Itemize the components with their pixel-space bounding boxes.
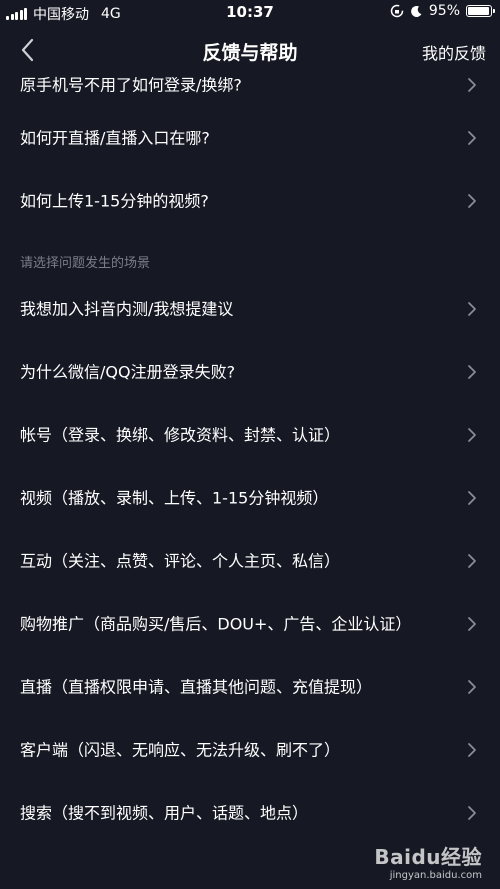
list-item[interactable]: 视频（播放、录制、上传、1-15分钟视频） <box>0 466 500 529</box>
my-feedback-button[interactable]: 我的反馈 <box>422 40 486 64</box>
list-item[interactable]: 如何开直播/直播入口在哪? <box>0 106 500 169</box>
chevron-right-icon <box>468 490 476 505</box>
chevron-right-icon <box>468 616 476 631</box>
status-bar: 中国移动 4G 10:37 95% <box>0 0 500 26</box>
chevron-right-icon <box>468 301 476 316</box>
chevron-right-icon <box>468 805 476 820</box>
list-item[interactable]: 客户端（闪退、无响应、无法升级、刷不了） <box>0 718 500 781</box>
list-item-label: 为什么微信/QQ注册登录失败? <box>20 362 236 381</box>
watermark-url: jingyan.baidu.com <box>389 870 482 881</box>
list-item[interactable]: 原手机号不用了如何登录/换绑? <box>0 64 500 106</box>
list-item[interactable]: 互动（关注、点赞、评论、个人主页、私信） <box>0 529 500 592</box>
battery-percent: 95% <box>428 3 460 19</box>
list-item[interactable]: 如何上传1-15分钟的视频? <box>0 169 500 232</box>
scene-list: 我想加入抖音内测/我想提建议 为什么微信/QQ注册登录失败? 帐号（登录、换绑、修改… <box>0 277 500 844</box>
status-right: 95% <box>390 3 495 19</box>
section-title: 请选择问题发生的场景 <box>20 256 151 271</box>
list-item-label: 直播（直播权限申请、直播其他问题、充值提现） <box>20 677 373 696</box>
battery-fill <box>468 7 489 15</box>
faq-list: 原手机号不用了如何登录/换绑? 如何开直播/直播入口在哪? 如何上传1-15分钟的视… <box>0 64 500 232</box>
moon-icon <box>410 5 422 17</box>
chevron-right-icon <box>468 553 476 568</box>
list-item-label: 视频（播放、录制、上传、1-15分钟视频） <box>20 488 329 507</box>
list-item-label: 如何开直播/直播入口在哪? <box>20 128 210 147</box>
list-item[interactable]: 购物推广（商品购买/售后、DOU+、广告、企业认证） <box>0 592 500 655</box>
list-item-label: 原手机号不用了如何登录/换绑? <box>20 75 242 95</box>
watermark: Baidu经验 jingyan.baidu.com <box>374 841 482 881</box>
battery-icon <box>466 5 495 17</box>
list-item[interactable]: 我想加入抖音内测/我想提建议 <box>0 277 500 340</box>
list-item-label: 如何上传1-15分钟的视频? <box>20 191 209 210</box>
help-list: 原手机号不用了如何登录/换绑? 如何开直播/直播入口在哪? 如何上传1-15分钟的视… <box>0 64 500 844</box>
list-item[interactable]: 帐号（登录、换绑、修改资料、封禁、认证） <box>0 403 500 466</box>
list-item-label: 客户端（闪退、无响应、无法升级、刷不了） <box>20 740 341 759</box>
list-item-label: 我想加入抖音内测/我想提建议 <box>20 299 234 318</box>
list-item-label: 搜索（搜不到视频、用户、话题、地点） <box>20 803 309 822</box>
section-header: 请选择问题发生的场景 <box>0 232 500 277</box>
list-item-label: 互动（关注、点赞、评论、个人主页、私信） <box>20 551 341 570</box>
chevron-right-icon <box>468 679 476 694</box>
list-item[interactable]: 搜索（搜不到视频、用户、话题、地点） <box>0 781 500 844</box>
chevron-right-icon <box>468 742 476 757</box>
chevron-right-icon <box>468 130 476 145</box>
list-item-label: 购物推广（商品购买/售后、DOU+、广告、企业认证） <box>20 614 412 633</box>
chevron-right-icon <box>468 427 476 442</box>
list-item[interactable]: 直播（直播权限申请、直播其他问题、充值提现） <box>0 655 500 718</box>
chevron-right-icon <box>468 78 476 92</box>
watermark-brand: Baidu经验 <box>374 845 482 869</box>
chevron-right-icon <box>468 193 476 208</box>
rotation-lock-icon <box>390 4 404 18</box>
list-item[interactable]: 为什么微信/QQ注册登录失败? <box>0 340 500 403</box>
chevron-right-icon <box>468 364 476 379</box>
list-item-label: 帐号（登录、换绑、修改资料、封禁、认证） <box>20 425 341 444</box>
